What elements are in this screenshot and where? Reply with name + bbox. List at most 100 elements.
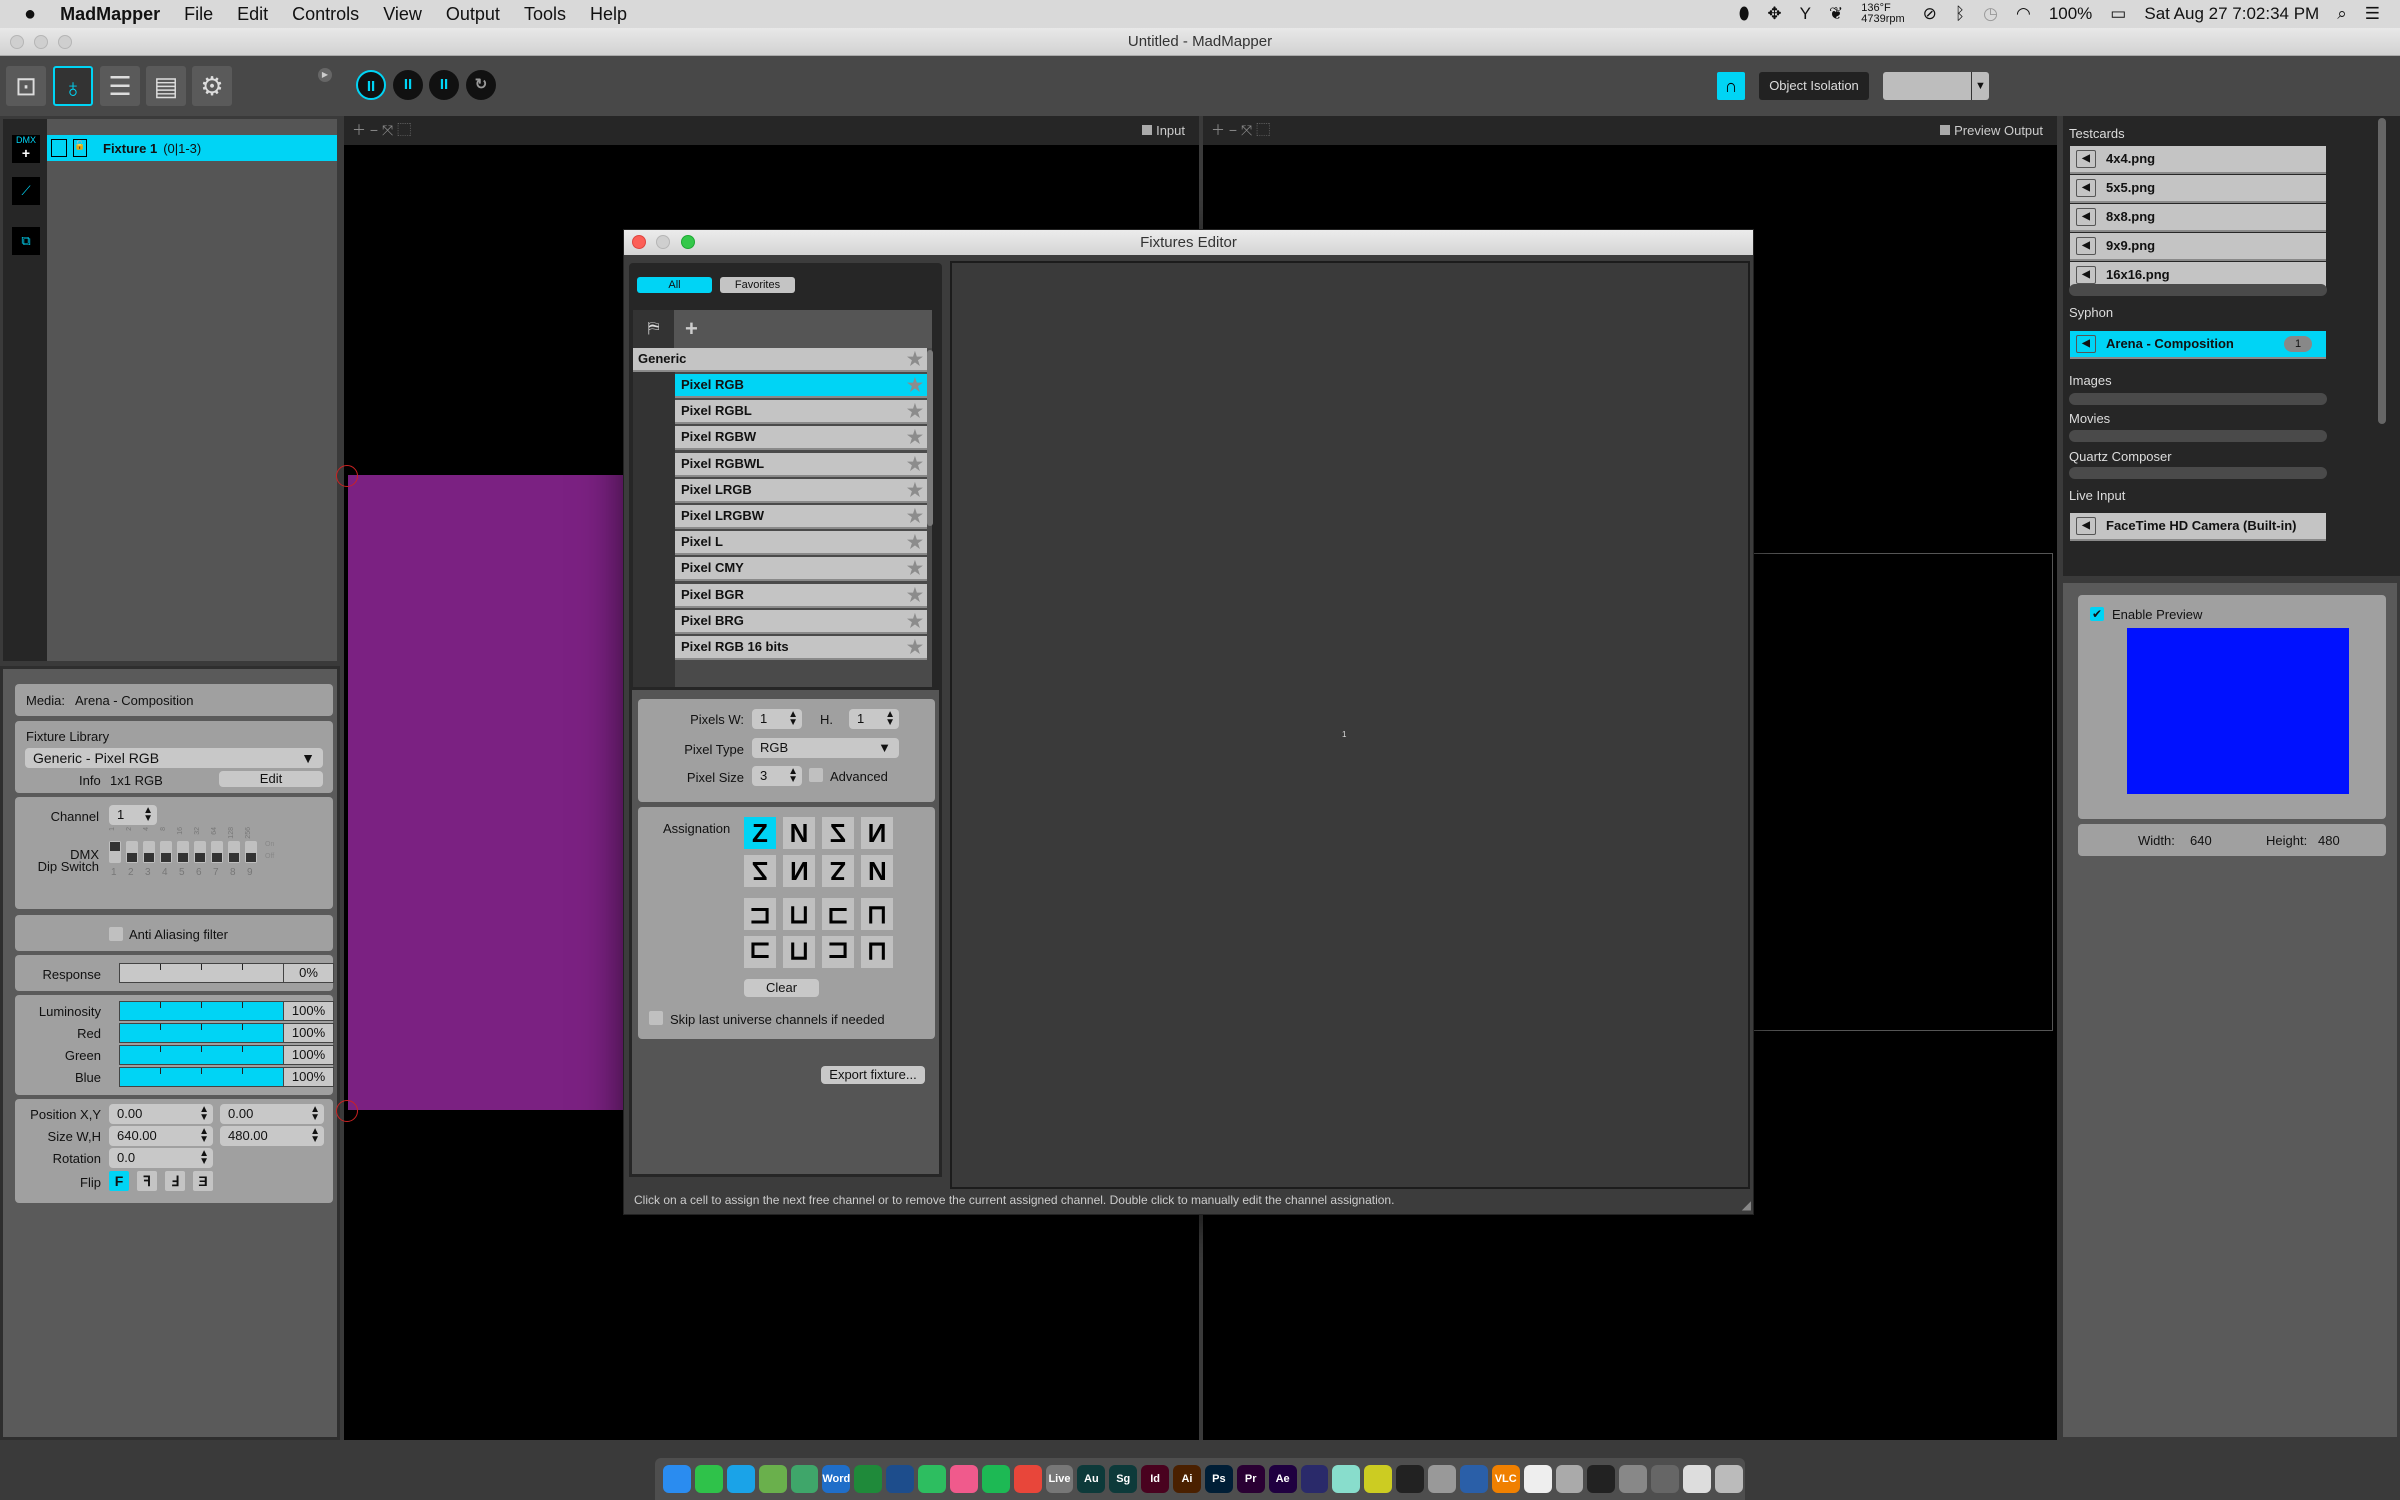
zigzag-left-up-icon[interactable]: Z xyxy=(744,855,776,887)
menu-tools[interactable]: Tools xyxy=(524,4,566,25)
dock-app-sourcetree[interactable] xyxy=(886,1465,915,1493)
balloon-icon[interactable]: ⬮ xyxy=(1739,4,1750,24)
minimize-button[interactable] xyxy=(34,35,48,49)
dmx-add-icon[interactable]: DMX + xyxy=(12,135,40,163)
dip-switch[interactable] xyxy=(245,841,257,863)
skip-channels-checkbox[interactable] xyxy=(649,1011,663,1025)
star-icon[interactable]: ★ xyxy=(907,348,923,370)
tab-all[interactable]: All xyxy=(637,277,712,293)
collapse-arrow-icon[interactable]: ▶ xyxy=(318,68,332,82)
star-icon[interactable]: ★ xyxy=(907,557,923,579)
dock-app-pr[interactable]: Pr xyxy=(1236,1465,1265,1493)
lock-icon[interactable]: 🔓 xyxy=(73,139,87,157)
red-slider[interactable]: 100% xyxy=(119,1023,334,1043)
fixture-type-item[interactable]: Pixel L ★ xyxy=(675,531,927,556)
zigzag-left-down-icon[interactable]: Z xyxy=(822,817,854,849)
position-y-input[interactable]: 0.00 ▲ ▼ xyxy=(220,1104,324,1124)
apple-icon[interactable]: ● xyxy=(24,3,36,26)
zoom-out-icon[interactable]: − xyxy=(370,122,378,138)
fit-icon[interactable]: ⤧ xyxy=(382,122,393,138)
dip-switch[interactable] xyxy=(109,841,121,863)
star-icon[interactable]: ★ xyxy=(907,636,923,658)
menu-output[interactable]: Output xyxy=(446,4,500,25)
dock-app-documents[interactable] xyxy=(1683,1465,1711,1493)
output-region[interactable] xyxy=(1753,553,2053,1031)
zigzag-down-right-icon[interactable]: N xyxy=(783,817,815,849)
zigzag-up-left-icon[interactable]: N xyxy=(783,855,815,887)
play-icon[interactable]: ◀ xyxy=(2076,179,2096,197)
menu-file[interactable]: File xyxy=(184,4,213,25)
media-item-testcard[interactable]: ◀ 8x8.png xyxy=(2070,204,2326,232)
pause-button-2[interactable]: II xyxy=(393,70,423,100)
dock-app-word[interactable]: Word xyxy=(822,1465,851,1493)
pause-button-3[interactable]: II xyxy=(429,70,459,100)
snake-right-up-icon[interactable]: ⊏ xyxy=(744,936,776,968)
play-pause-button[interactable]: II xyxy=(356,70,386,100)
dip-switch[interactable] xyxy=(177,841,189,863)
folder-add-icon[interactable]: ⧉ xyxy=(12,227,40,255)
snake-right-down-icon[interactable]: ⊏ xyxy=(822,898,854,930)
dialog-minimize-button[interactable] xyxy=(656,235,670,249)
group-generic[interactable]: Generic ★ xyxy=(633,348,927,372)
play-icon[interactable]: ◀ xyxy=(2076,266,2096,284)
media-item-live[interactable]: ◀ FaceTime HD Camera (Built-in) xyxy=(2070,513,2326,541)
fit-icon[interactable]: ⤧ xyxy=(1241,122,1252,138)
snake-left-up-icon[interactable]: ⊐ xyxy=(822,936,854,968)
pixel-type-select[interactable]: RGB ▼ xyxy=(752,738,899,758)
fixture-type-item[interactable]: Pixel RGBW ★ xyxy=(675,426,927,451)
dock-app-vlc[interactable]: VLC xyxy=(1491,1465,1520,1493)
fixture-type-item[interactable]: Pixel CMY ★ xyxy=(675,557,927,582)
dock-app-utorrent[interactable] xyxy=(758,1465,787,1493)
flip-option-button[interactable]: ꟻ xyxy=(137,1171,157,1191)
fork-icon[interactable]: Y xyxy=(1800,4,1811,24)
fixture-surface[interactable] xyxy=(348,475,624,1110)
dock-app-itunes[interactable] xyxy=(949,1465,978,1493)
time-machine-icon[interactable]: ◷ xyxy=(1983,4,1998,24)
dialog-zoom-button[interactable] xyxy=(681,235,695,249)
zigzag-down-left-icon[interactable]: N xyxy=(861,855,893,887)
position-x-input[interactable]: 0.00 ▲ ▼ xyxy=(109,1104,213,1124)
green-slider[interactable]: 100% xyxy=(119,1045,334,1065)
corner-handle[interactable] xyxy=(336,1100,358,1122)
size-w-input[interactable]: 640.00 ▲ ▼ xyxy=(109,1126,213,1146)
add-folder-icon[interactable]: ⛿ xyxy=(633,310,674,348)
select-icon[interactable]: ⬚ xyxy=(1256,122,1270,138)
fixture-row[interactable]: 🔓 Fixture 1 (0|1-3) xyxy=(47,135,337,161)
fixture-type-item[interactable]: Pixel RGBWL ★ xyxy=(675,452,927,477)
tree-scrollbar[interactable] xyxy=(927,350,933,526)
dip-switch[interactable] xyxy=(160,841,172,863)
snake-down-left-icon[interactable]: ⊓ xyxy=(783,936,815,968)
notification-center-icon[interactable]: ☰ xyxy=(2365,4,2380,24)
dock-app-sketch[interactable] xyxy=(1332,1465,1361,1493)
zigzag-right-up-icon[interactable]: Z xyxy=(822,855,854,887)
dock-app-ai[interactable]: Ai xyxy=(1173,1465,1201,1493)
play-icon[interactable]: ◀ xyxy=(2076,150,2096,168)
play-icon[interactable]: ◀ xyxy=(2076,517,2096,535)
dock-app-activity-monitor[interactable] xyxy=(1587,1465,1616,1493)
isolation-select[interactable]: ▼ xyxy=(1883,72,1989,100)
media-item-testcard[interactable]: ◀ 5x5.png xyxy=(2070,175,2326,203)
dock-app-trash[interactable] xyxy=(1714,1465,1743,1493)
rotation-input[interactable]: 0.0 ▲ ▼ xyxy=(109,1148,213,1168)
media-item-syphon[interactable]: ◀ Arena - Composition 1 xyxy=(2070,331,2326,359)
flip-option-button[interactable]: Ǝ xyxy=(193,1171,213,1191)
flip-option-button[interactable]: Ⅎ xyxy=(165,1171,185,1191)
evernote-icon[interactable]: ❦ xyxy=(1829,4,1843,24)
snake-up-left-icon[interactable]: ⊔ xyxy=(861,936,893,968)
blue-slider[interactable]: 100% xyxy=(119,1067,334,1087)
star-icon[interactable]: ★ xyxy=(907,426,923,448)
bluetooth-icon[interactable]: ᛒ xyxy=(1955,4,1965,24)
zigzag-up-right-icon[interactable]: N xyxy=(861,817,893,849)
battery-icon[interactable]: ▭ xyxy=(2110,4,2126,24)
dock-app-excel[interactable] xyxy=(854,1465,883,1493)
dock-app-calculator[interactable] xyxy=(1555,1465,1584,1493)
input-toggle[interactable]: Input xyxy=(1142,123,1185,138)
dip-switch[interactable] xyxy=(228,841,240,863)
play-icon[interactable]: ◀ xyxy=(2076,335,2096,353)
zoom-in-icon[interactable]: ＋ xyxy=(352,122,366,138)
fixture-type-item[interactable]: Pixel LRGBW ★ xyxy=(675,505,927,529)
snake-left-down-icon[interactable]: ⊐ xyxy=(744,898,776,930)
dock-app-media-encoder[interactable] xyxy=(1300,1465,1329,1493)
media-scrollbar[interactable] xyxy=(2378,118,2386,424)
preview-output-toggle[interactable]: Preview Output xyxy=(1940,123,2043,138)
